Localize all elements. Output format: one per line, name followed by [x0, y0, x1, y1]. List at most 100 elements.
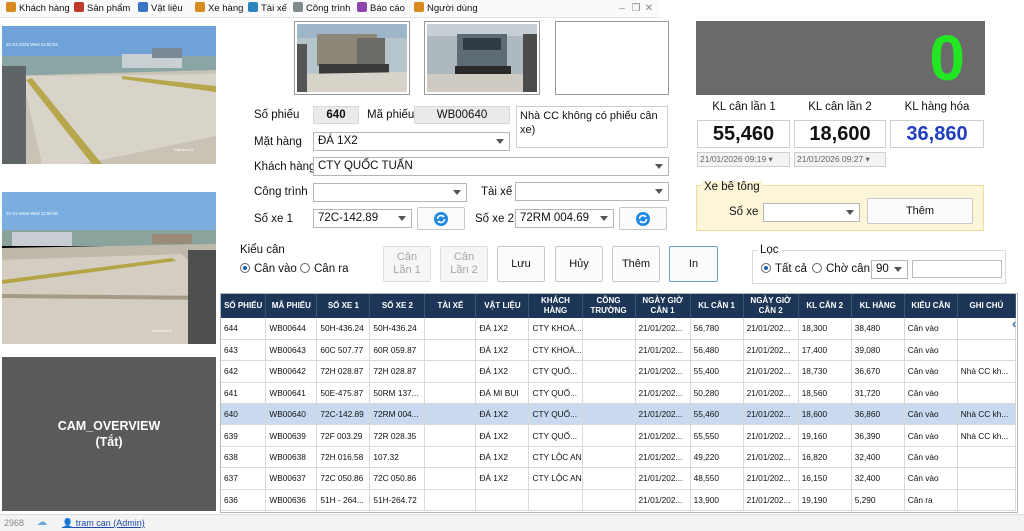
column-header[interactable]: SỐ PHIẾU	[221, 294, 267, 318]
column-header[interactable]: MÃ PHIẾU	[265, 294, 318, 318]
in-button[interactable]: In	[669, 246, 718, 282]
column-header[interactable]: SỐ XE 1	[316, 294, 371, 318]
snapshot-2[interactable]	[424, 21, 540, 95]
so-xe-1-refresh-button[interactable]	[417, 207, 465, 230]
column-header[interactable]: CÔNG TRƯỜNG	[582, 294, 636, 318]
table-cell: CTY LỘC AN	[528, 467, 583, 490]
column-header[interactable]: NGÀY GIỜ CÂN 2	[743, 294, 799, 318]
so-phieu-field: 640	[313, 106, 359, 124]
customer-icon	[6, 2, 16, 12]
table-header-row: SỐ PHIẾU MÃ PHIẾU SỐ XE 1 SỐ XE 2 TÀI XẾ VẬT …	[221, 294, 1017, 318]
menu-item-customer[interactable]: Khách hàng	[6, 2, 70, 16]
table-cell: 19,160	[798, 424, 852, 447]
table-cell: 38,480	[851, 318, 905, 340]
table-cell: 50,280	[690, 382, 744, 405]
table-cell: 72H 028.87	[369, 360, 426, 383]
so-xe-2-select[interactable]: 72RM 004.69	[515, 209, 614, 228]
table-row[interactable]: 637 WB00637 72C 050.86 72C 050.86 ĐÁ 1X2 CTY …	[221, 467, 1017, 490]
column-header[interactable]: NGÀY GIỜ CÂN 1	[635, 294, 691, 318]
note-field[interactable]: Nhà CC không có phiếu cân xe)	[516, 106, 668, 148]
huy-button[interactable]: Hủy	[555, 246, 603, 282]
table-row[interactable]: 643 WB00643 60C 507.77 60R 059.87 ĐÁ 1X2 CTY …	[221, 339, 1017, 362]
table-cell: 21/01/202...	[743, 489, 799, 512]
table-row[interactable]: 644 WB00644 50H-436.24 50H-436.24 ĐÁ 1X2 CTY …	[221, 318, 1017, 340]
table-cell: 21/01/202...	[635, 339, 691, 362]
table-cell: 60C 507.77	[316, 339, 371, 362]
menu-item-construction[interactable]: Công trình	[293, 2, 350, 16]
radio-checked-icon	[240, 263, 250, 273]
table-row[interactable]: 641 WB00641 50E-475.87 50RM 137... ĐÁ MI BỤI…	[221, 382, 1017, 405]
column-header[interactable]: KL CÂN 2	[798, 294, 852, 318]
datetime-lan-2[interactable]: 21/01/2026 09:27 ▾	[794, 152, 886, 167]
report-icon	[357, 2, 367, 12]
menu-item-driver[interactable]: Tài xế	[248, 2, 287, 16]
menu-item-product[interactable]: Sản phẩm	[74, 2, 130, 16]
kieu-can-label: Kiểu cân	[240, 244, 285, 256]
can-lan-2-button[interactable]: Cân Lần 2	[440, 246, 488, 282]
datetime-lan-1[interactable]: 21/01/2026 09:19 ▾	[697, 152, 790, 167]
column-header[interactable]: TÀI XẾ	[424, 294, 477, 318]
loc-days-select[interactable]: 90	[871, 260, 908, 279]
refresh-icon-1	[434, 211, 448, 226]
column-header[interactable]: KL HÀNG	[851, 294, 905, 318]
can-lan-1-button[interactable]: Cân Lần 1	[383, 246, 431, 282]
table-cell: 638	[221, 446, 267, 469]
so-xe-1-select[interactable]: 72C-142.89	[313, 209, 412, 228]
table-cell	[582, 318, 636, 340]
column-header[interactable]: SỐ XE 2	[369, 294, 426, 318]
minimize-icon[interactable]: –	[617, 4, 627, 14]
collapse-chevron-icon[interactable]: ‹	[1012, 316, 1024, 332]
table-cell: Cân vào	[904, 424, 958, 447]
so-xe-2-refresh-button[interactable]	[619, 207, 667, 230]
loc-cho-can-radio[interactable]: Chờ cân	[812, 263, 870, 275]
them-button[interactable]: Thêm	[612, 246, 660, 282]
kieu-can-ra-radio[interactable]: Cân ra	[300, 263, 349, 275]
loc-tat-ca-radio[interactable]: Tất cả	[761, 263, 807, 275]
be-tong-so-xe-select[interactable]	[763, 203, 860, 222]
menu-item-users[interactable]: Người dùng	[414, 2, 478, 16]
luu-button[interactable]: Lưu	[497, 246, 545, 282]
mat-hang-select[interactable]: ĐÁ 1X2	[313, 132, 510, 151]
kieu-can-vao-radio[interactable]: Cân vào	[240, 263, 297, 275]
menu-item-material[interactable]: Vật liệu	[138, 2, 183, 16]
snapshot-1[interactable]	[294, 21, 410, 95]
column-header[interactable]: KIỂU CÂN	[904, 294, 958, 318]
table-cell: 21/01/202...	[743, 360, 799, 383]
close-icon[interactable]: ✕	[644, 4, 654, 14]
table-cell: 72R 028.35	[369, 424, 426, 447]
table-cell: 31,720	[851, 382, 905, 405]
table-cell: Cân vào	[904, 382, 958, 405]
table-cell: 72RM 004...	[369, 403, 426, 426]
tai-xe-select[interactable]	[515, 182, 669, 201]
table-cell	[582, 424, 636, 447]
table-cell: WB00642	[265, 360, 318, 383]
menu-item-truck[interactable]: Xe hàng	[195, 2, 243, 16]
menu-item-report[interactable]: Báo cáo	[357, 2, 405, 16]
table-row[interactable]: 638 WB00638 72H 016.58 107.32 ĐÁ 1X2 CTY LỘC …	[221, 446, 1017, 469]
table-row[interactable]: 639 WB00639 72F 003.29 72R 028.35 ĐÁ 1X2 CTY …	[221, 424, 1017, 447]
current-user-link[interactable]: 👤 tram can (Admin)	[62, 518, 145, 529]
column-header[interactable]: KHÁCH HÀNG	[528, 294, 583, 318]
khach-hang-select[interactable]: CTY QUỐC TUẤN	[313, 157, 669, 176]
ma-phieu-field: WB00640	[414, 106, 510, 124]
table-row[interactable]: 642 WB00642 72H 028.87 72H 028.87 ĐÁ 1X2 CTY …	[221, 360, 1017, 383]
table-cell: WB00641	[265, 382, 318, 405]
column-header[interactable]: GHI CHÚ	[957, 294, 1017, 318]
cong-trinh-label: Công trình	[254, 186, 308, 198]
column-header[interactable]: KL CÂN 1	[690, 294, 744, 318]
cong-trinh-select[interactable]	[313, 183, 467, 202]
table-cell	[957, 318, 1017, 340]
column-header[interactable]: VẬT LIỆU	[475, 294, 530, 318]
be-tong-them-button[interactable]: Thêm	[867, 198, 973, 224]
restore-icon[interactable]: ❐	[631, 4, 641, 14]
status-count: 2968	[4, 518, 25, 528]
table-row[interactable]: 636 WB00636 51H - 264... 51H-264.72 21/01/20…	[221, 489, 1017, 512]
table-cell	[582, 360, 636, 383]
table-row[interactable]: 640 WB00640 72C-142.89 72RM 004... ĐÁ 1X2 CTY…	[221, 403, 1017, 426]
so-phieu-label: Số phiếu	[254, 109, 300, 121]
snapshot-3[interactable]	[555, 21, 669, 95]
loc-label: Lọc	[758, 244, 781, 256]
loc-search-input[interactable]	[912, 260, 1002, 278]
table-cell	[424, 446, 477, 469]
table-cell	[582, 382, 636, 405]
